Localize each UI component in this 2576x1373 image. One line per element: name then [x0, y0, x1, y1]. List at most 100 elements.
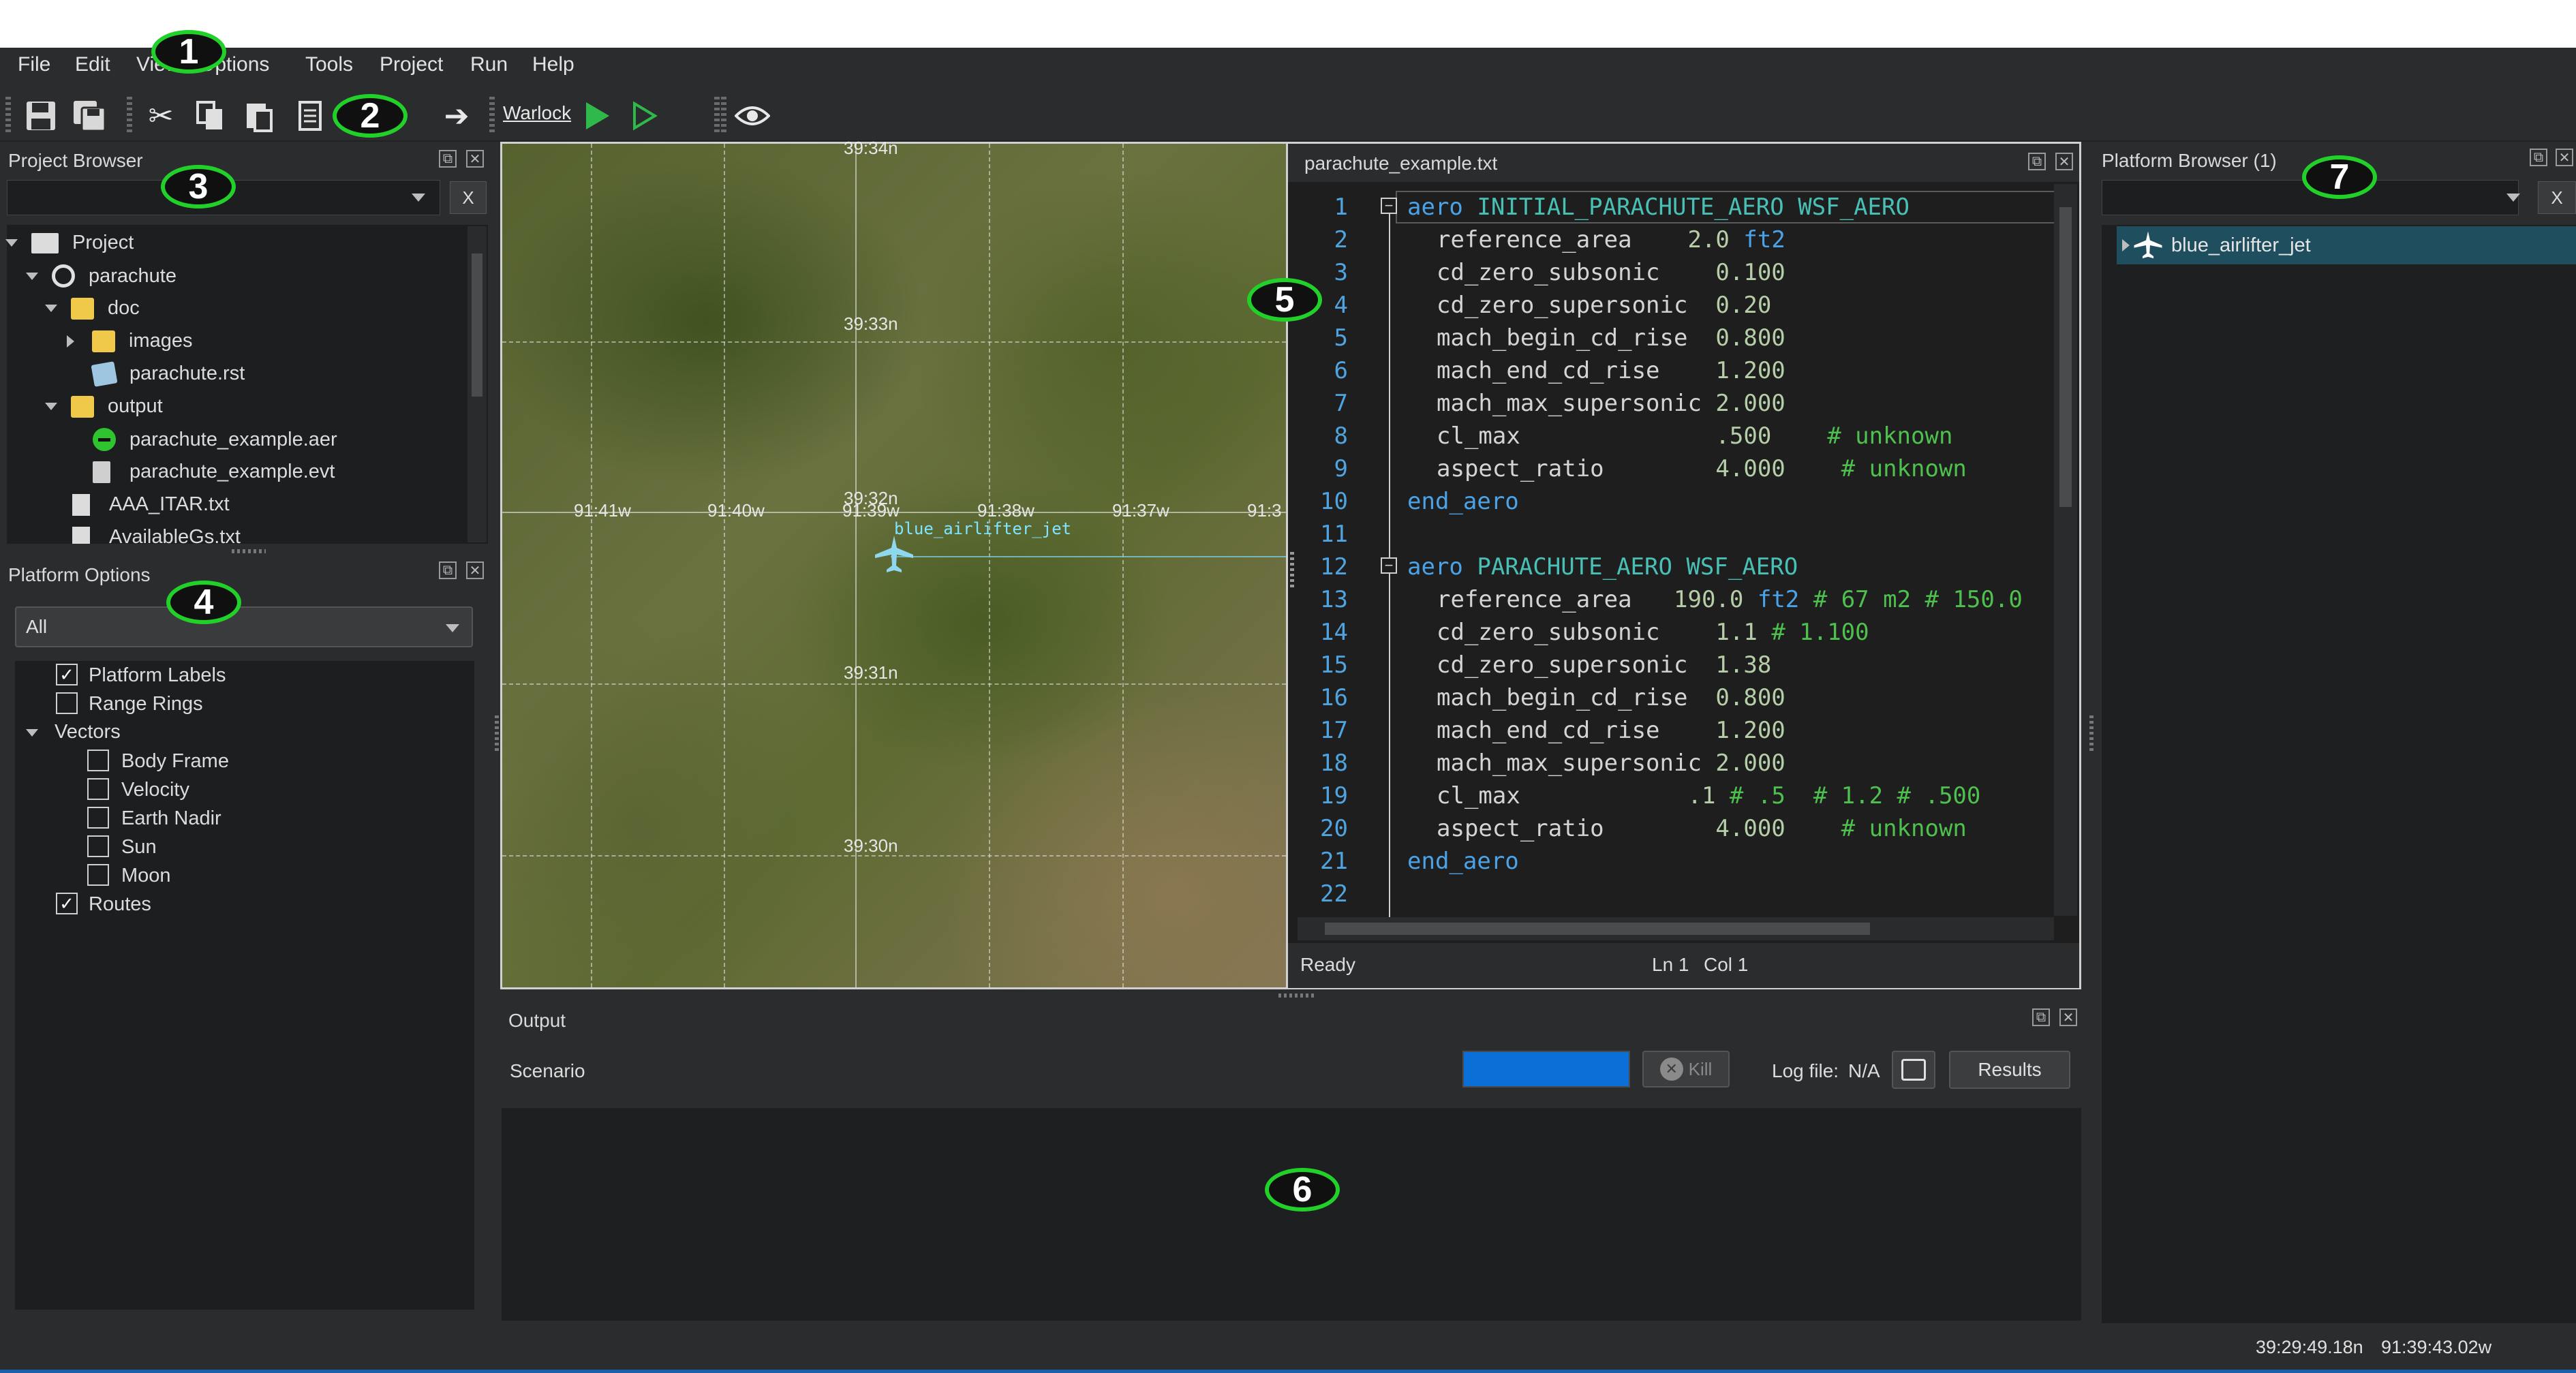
- code-line[interactable]: aero PARACHUTE_AERO WSF_AERO: [1407, 551, 1798, 583]
- sun-checkbox[interactable]: [87, 835, 109, 857]
- project-tree-scrollbar[interactable]: [467, 226, 487, 542]
- tree-item-parachute-rst[interactable]: parachute.rst: [91, 360, 245, 387]
- close-icon[interactable]: ✕: [2055, 153, 2073, 170]
- editor-vertical-scrollbar[interactable]: [2054, 184, 2077, 916]
- velocity-checkbox[interactable]: [87, 778, 109, 800]
- eye-icon[interactable]: [732, 95, 773, 136]
- close-icon[interactable]: ✕: [466, 150, 484, 168]
- splitter-handle[interactable]: [2089, 715, 2094, 751]
- splitter-handle[interactable]: [1278, 993, 1314, 998]
- code-line[interactable]: mach_begin_cd_rise 0.800: [1437, 322, 1785, 354]
- chevron-down-icon[interactable]: [45, 305, 57, 312]
- document-icon[interactable]: [289, 95, 330, 136]
- close-icon[interactable]: ✕: [2059, 1008, 2077, 1026]
- fold-minus-icon[interactable]: −: [1381, 198, 1397, 214]
- code-line[interactable]: end_aero: [1407, 485, 1519, 518]
- warlock-link[interactable]: Warlock: [503, 102, 571, 124]
- chevron-down-icon[interactable]: [2506, 194, 2520, 202]
- splitter-handle[interactable]: [1290, 552, 1294, 587]
- code-line[interactable]: cd_zero_subsonic 1.1 # 1.100: [1437, 616, 1869, 649]
- tree-item-parachute-example-evt[interactable]: parachute_example.evt: [93, 461, 335, 483]
- code-line[interactable]: aspect_ratio 4.000 # unknown: [1437, 452, 1967, 485]
- run-icon[interactable]: [577, 95, 617, 136]
- code-line[interactable]: aero INITIAL_PARACHUTE_AERO WSF_AERO: [1407, 191, 1910, 223]
- open-log-button[interactable]: [1892, 1051, 1935, 1089]
- tree-item-parachute-example-aer[interactable]: parachute_example.aer: [93, 428, 337, 451]
- code-line[interactable]: reference_area 2.0 ft2: [1437, 223, 1785, 256]
- chevron-right-icon[interactable]: [67, 335, 74, 348]
- menu-help[interactable]: Help: [532, 53, 574, 76]
- toolbar-grip[interactable]: [489, 97, 495, 132]
- copy-icon[interactable]: [189, 95, 230, 136]
- tree-item-aaa-itar[interactable]: AAA_ITAR.txt: [72, 493, 230, 516]
- chevron-down-icon[interactable]: [412, 194, 425, 202]
- range-rings-checkbox[interactable]: [56, 692, 78, 714]
- undock-icon[interactable]: ⧉: [2530, 149, 2547, 166]
- vectors-group-label[interactable]: Vectors: [55, 721, 121, 743]
- splitter-handle[interactable]: [232, 549, 266, 553]
- code-line[interactable]: cd_zero_supersonic 1.38: [1437, 649, 1771, 681]
- run-outline-icon[interactable]: [624, 95, 665, 136]
- undock-icon[interactable]: ⧉: [2032, 1008, 2050, 1026]
- paste-icon[interactable]: [239, 95, 279, 136]
- menu-file[interactable]: File: [18, 53, 50, 76]
- code-line[interactable]: mach_max_supersonic 2.000: [1437, 747, 1785, 780]
- undock-icon[interactable]: ⧉: [439, 561, 457, 579]
- code-line[interactable]: mach_end_cd_rise 1.200: [1437, 354, 1785, 387]
- code-line[interactable]: reference_area 190.0 ft2 # 67 m2 # 150.0: [1437, 583, 2023, 616]
- menu-project[interactable]: Project: [380, 53, 443, 76]
- splitter-handle[interactable]: [495, 715, 499, 751]
- chevron-down-icon[interactable]: [45, 403, 57, 410]
- undock-icon[interactable]: ⧉: [439, 150, 457, 168]
- tree-item-output[interactable]: output: [45, 395, 163, 418]
- tree-item-doc[interactable]: doc: [45, 297, 140, 320]
- cut-icon[interactable]: ✂: [140, 95, 181, 136]
- code-line[interactable]: mach_max_supersonic 2.000: [1437, 387, 1785, 420]
- code-line[interactable]: mach_end_cd_rise 1.200: [1437, 714, 1785, 747]
- airplane-icon[interactable]: [874, 534, 915, 578]
- output-title: Output: [508, 1010, 566, 1031]
- save-all-icon[interactable]: [70, 95, 110, 136]
- editor-horizontal-scrollbar[interactable]: [1298, 917, 2054, 940]
- tree-item-project[interactable]: Project: [5, 232, 134, 254]
- menu-tools[interactable]: Tools: [305, 53, 353, 76]
- project-filter-clear-button[interactable]: X: [450, 181, 487, 214]
- undock-icon[interactable]: ⧉: [2028, 153, 2046, 170]
- fold-minus-icon[interactable]: −: [1381, 557, 1397, 574]
- code-line[interactable]: cl_max .500 # unknown: [1437, 420, 1952, 452]
- chevron-down-icon[interactable]: [26, 272, 38, 280]
- kill-button[interactable]: ✕ Kill: [1642, 1051, 1730, 1087]
- tree-item-images[interactable]: images: [67, 330, 193, 352]
- menu-edit[interactable]: Edit: [75, 53, 110, 76]
- code-line[interactable]: end_aero: [1407, 845, 1519, 878]
- code-line[interactable]: mach_begin_cd_rise 0.800: [1437, 681, 1785, 714]
- chevron-down-icon[interactable]: [5, 239, 18, 247]
- toolbar-grip[interactable]: [714, 97, 720, 132]
- chevron-down-icon[interactable]: [26, 729, 38, 737]
- platform-labels-checkbox[interactable]: ✓: [56, 664, 78, 685]
- toolbar-grip[interactable]: [127, 97, 132, 132]
- arrow-right-icon[interactable]: ➔: [436, 95, 477, 136]
- routes-checkbox[interactable]: ✓: [56, 893, 78, 914]
- platform-filter-clear-button[interactable]: X: [2538, 181, 2576, 214]
- chevron-right-icon[interactable]: [2122, 239, 2130, 251]
- code-line[interactable]: cl_max .1 # .5 # 1.2 # .500: [1437, 780, 1980, 812]
- earth-nadir-checkbox[interactable]: [87, 807, 109, 829]
- results-button[interactable]: Results: [1949, 1051, 2070, 1089]
- code-line[interactable]: cd_zero_subsonic 0.100: [1437, 256, 1785, 289]
- close-icon[interactable]: ✕: [2556, 149, 2573, 166]
- code-line[interactable]: cd_zero_supersonic 0.20: [1437, 289, 1771, 322]
- code-line[interactable]: aspect_ratio 4.000 # unknown: [1437, 812, 1967, 845]
- output-log-area[interactable]: [502, 1108, 2081, 1321]
- toolbar-grip[interactable]: [5, 97, 11, 132]
- platform-options-filter-select[interactable]: All: [15, 606, 473, 647]
- menu-run[interactable]: Run: [470, 53, 508, 76]
- close-icon[interactable]: ✕: [466, 561, 484, 579]
- save-icon[interactable]: [20, 95, 61, 136]
- toolbar-grip[interactable]: [721, 97, 726, 132]
- platform-list-item[interactable]: blue_airlifter_jet: [2117, 226, 2576, 264]
- moon-checkbox[interactable]: [87, 864, 109, 886]
- tree-item-parachute[interactable]: parachute: [26, 264, 177, 288]
- tree-item-available-gs[interactable]: AvailableGs.txt: [68, 526, 463, 544]
- body-frame-checkbox[interactable]: [87, 750, 109, 771]
